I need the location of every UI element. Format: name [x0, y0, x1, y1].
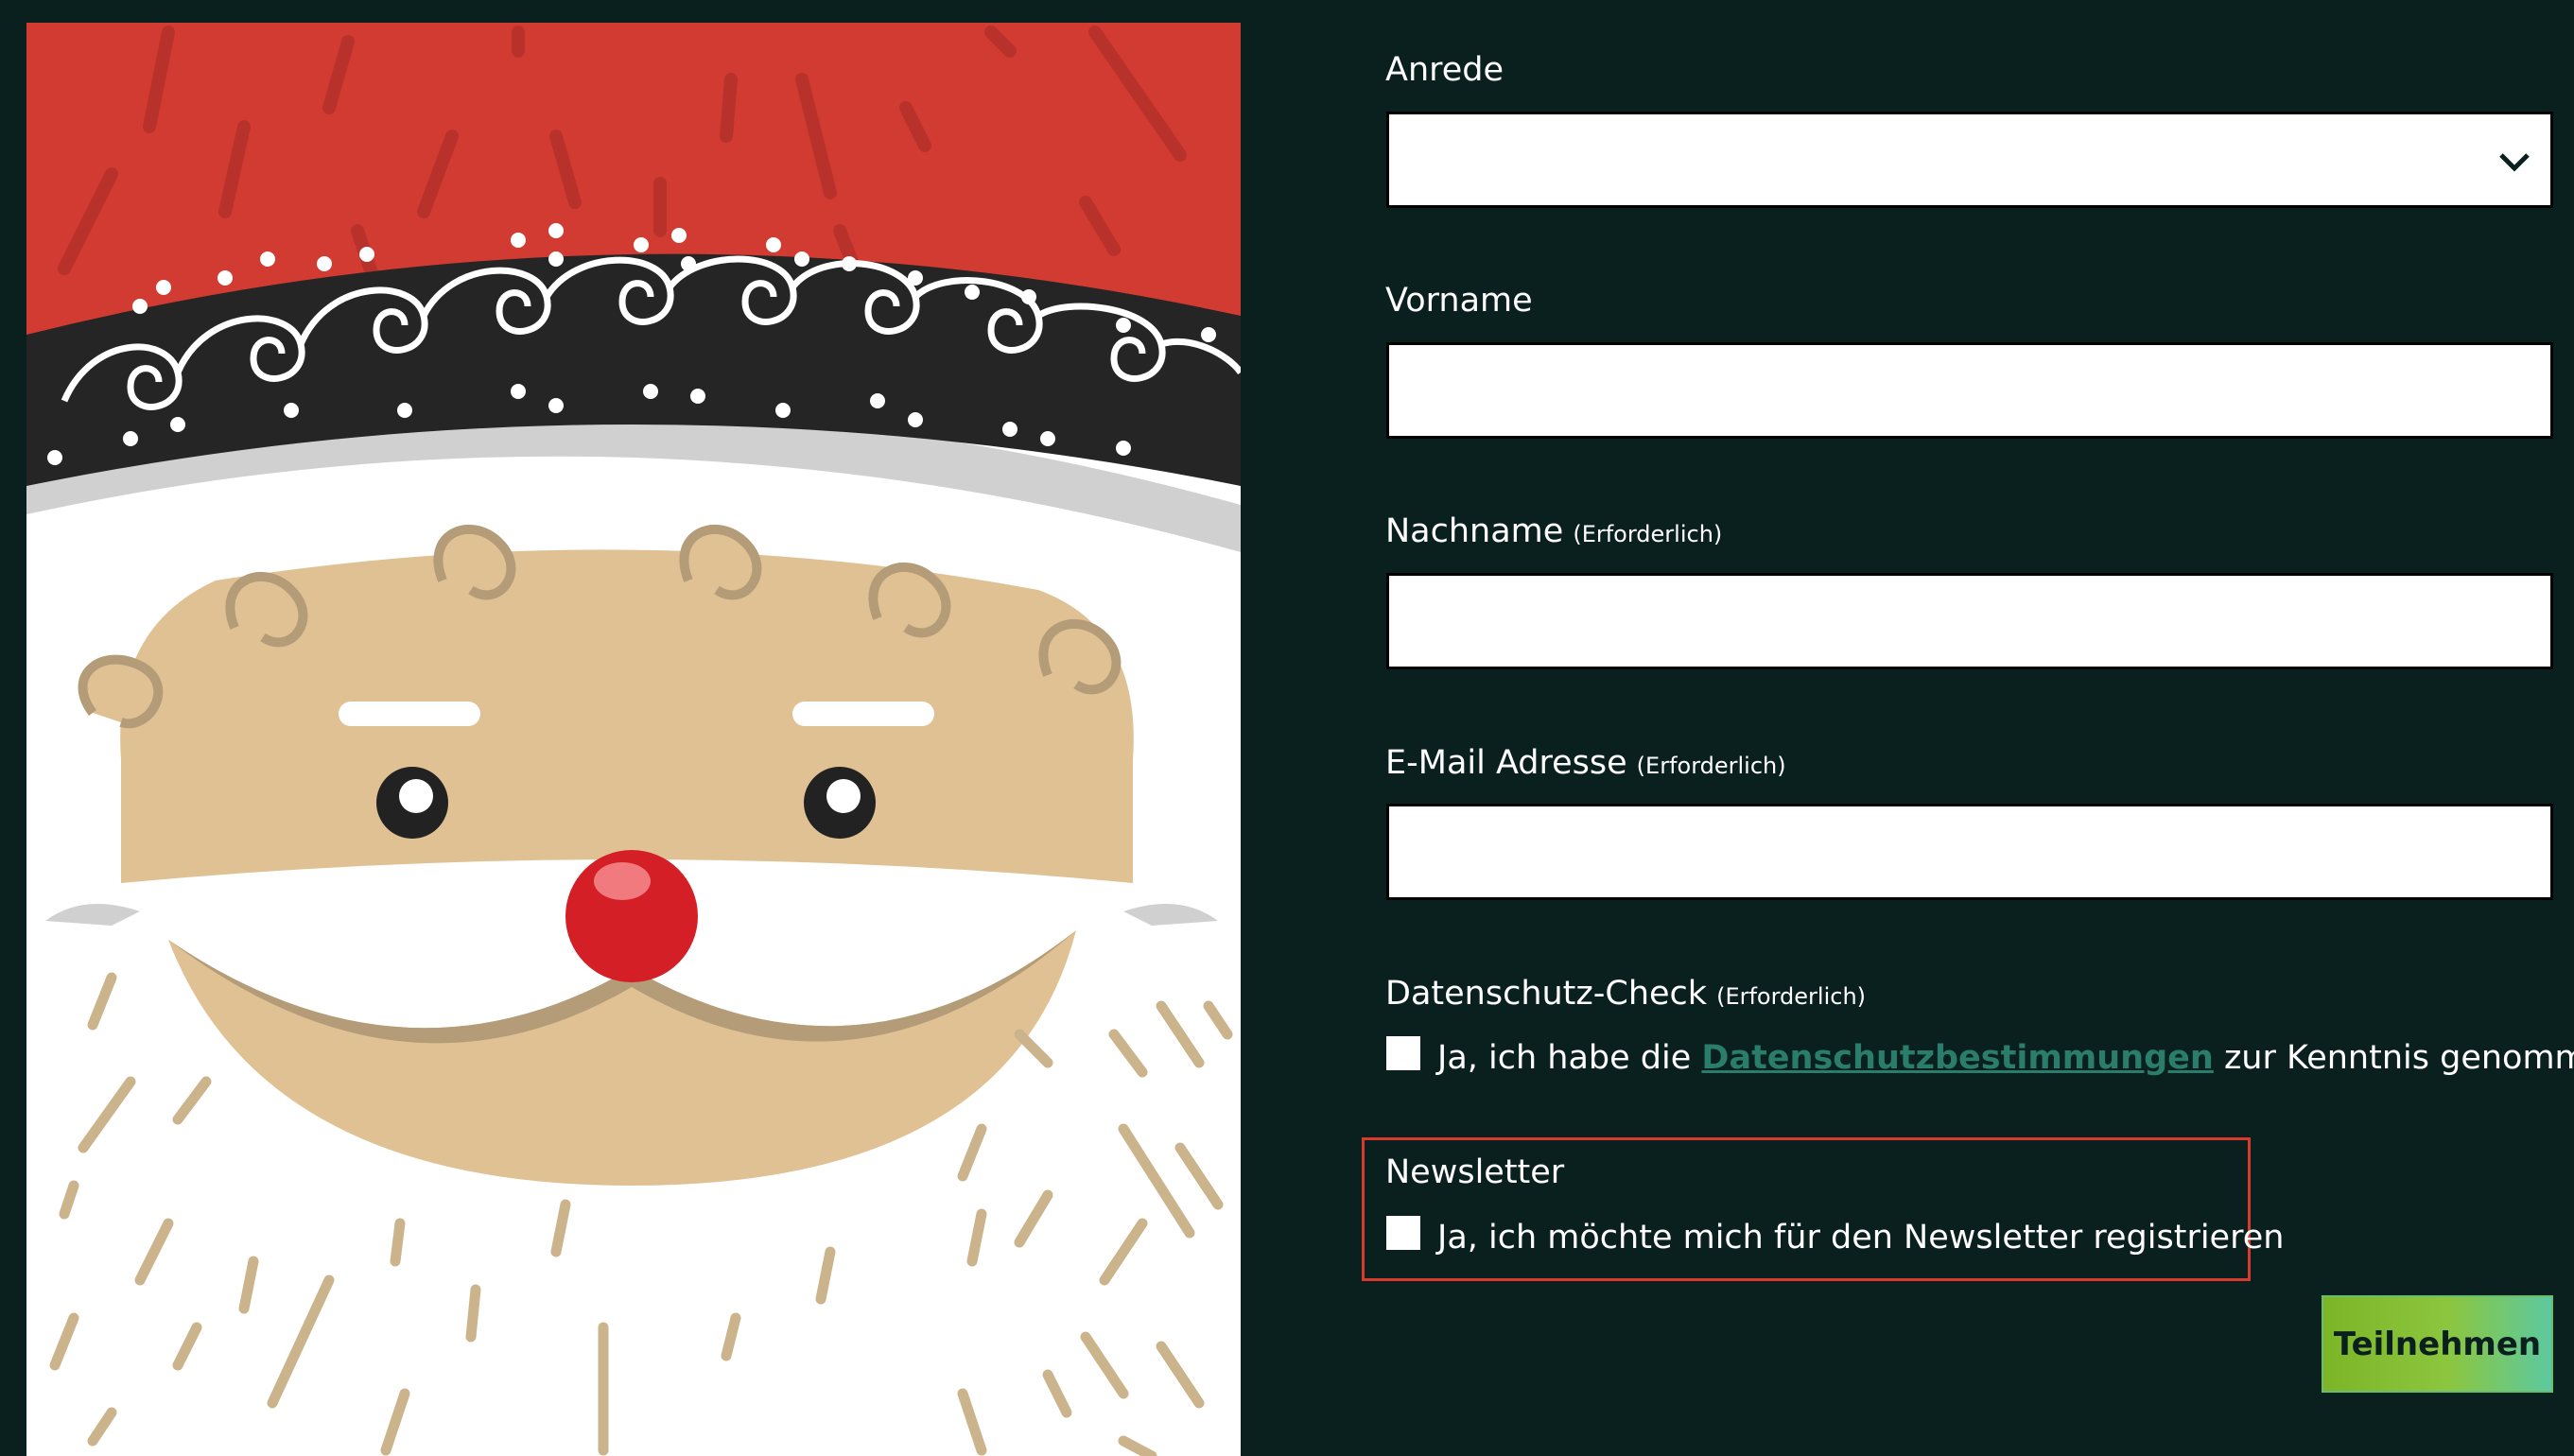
newsletter-text: Ja, ich möchte mich für den Newsletter r… [1437, 1219, 2285, 1257]
lastname-input[interactable] [1386, 573, 2553, 669]
required-note: (Erforderlich) [1716, 983, 1867, 1010]
email-input[interactable] [1386, 804, 2553, 900]
privacy-text-after: zur Kenntnis genommen. [2223, 1039, 2574, 1077]
privacy-checkbox[interactable] [1386, 1036, 1420, 1070]
privacy-label: Datenschutz-Check (Erforderlich) [1385, 973, 1866, 1017]
registration-form: Anrede Vorname Nachname (Erforderlich) E-… [0, 0, 2574, 1456]
newsletter-check-row: Ja, ich möchte mich für den Newsletter r… [1386, 1216, 2284, 1258]
required-note: (Erforderlich) [1573, 521, 1723, 547]
newsletter-checkbox[interactable] [1386, 1216, 1420, 1250]
newsletter-label: Newsletter [1385, 1152, 1564, 1193]
firstname-label-text: Vorname [1385, 282, 1533, 320]
email-label: E-Mail Adresse (Erforderlich) [1385, 742, 1786, 787]
newsletter-label-text: Newsletter [1385, 1153, 1565, 1191]
salutation-label: Anrede [1385, 49, 1504, 91]
salutation-label-text: Anrede [1385, 51, 1504, 89]
submit-button[interactable]: Teilnehmen [2322, 1295, 2553, 1393]
privacy-policy-link[interactable]: Datenschutzbestimmungen [1701, 1039, 2213, 1077]
privacy-check-row: Ja, ich habe die Datenschutzbestimmungen… [1386, 1036, 2574, 1079]
firstname-input[interactable] [1386, 342, 2553, 439]
required-note: (Erforderlich) [1636, 753, 1786, 779]
privacy-text-before: Ja, ich habe die [1437, 1039, 1702, 1077]
privacy-label-text: Datenschutz-Check [1385, 975, 1708, 1013]
chevron-down-icon [2499, 153, 2530, 172]
lastname-label: Nachname (Erforderlich) [1385, 511, 1722, 555]
email-label-text: E-Mail Adresse [1385, 744, 1627, 782]
lastname-label-text: Nachname [1385, 512, 1564, 550]
submit-button-label: Teilnehmen [2333, 1325, 2542, 1363]
firstname-label: Vorname [1385, 280, 1533, 321]
salutation-select[interactable] [1386, 112, 2553, 208]
